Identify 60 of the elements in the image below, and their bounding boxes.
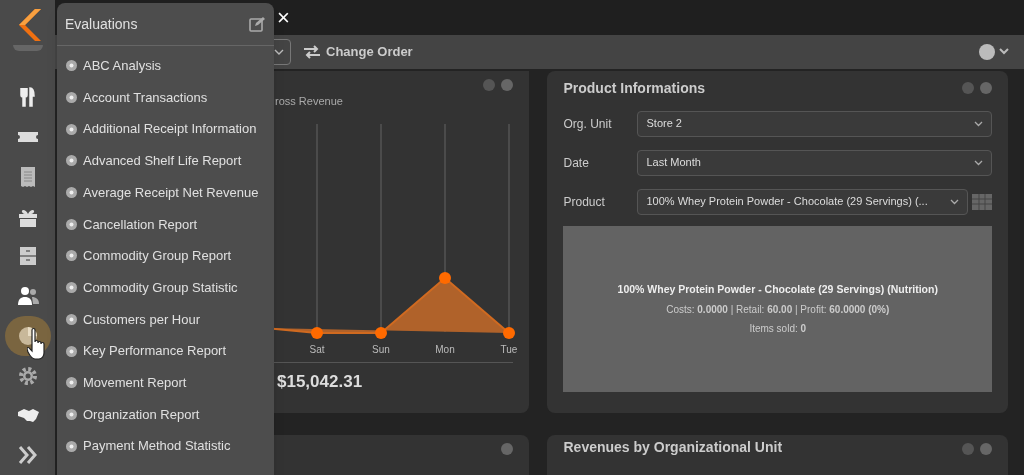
chart-title: ross Revenue [275,94,343,109]
select-field[interactable]: Store 2 [637,110,992,137]
edit-icon[interactable] [249,16,266,32]
chevron-down-icon [974,159,983,166]
bullet-icon [66,313,77,325]
bullet-icon [66,155,77,167]
bullet-icon [66,187,77,199]
menu-item[interactable]: Account Transactions [57,81,274,114]
bullet-icon [66,377,77,389]
menu-item[interactable]: Cancellation Report [57,208,274,241]
bullet-icon [66,408,77,420]
chart-point [503,326,515,339]
chart-point [375,326,387,339]
swap-arrows-icon [303,45,321,60]
axis-label: Sun [372,342,390,357]
axis-label: Mon [435,342,455,357]
menu-item[interactable]: Average Receipt Net Revenue [57,176,274,209]
chart-point [311,326,323,339]
menu-item[interactable]: Advanced Shelf Life Report [57,145,274,177]
field-label: Date [563,154,590,172]
select-field[interactable]: Last Month [637,149,992,176]
field-label: Product [563,193,606,211]
menu-item[interactable]: Additional Receipt Information [57,113,274,146]
users-icon [16,285,39,308]
product-name: 100% Whey Protein Powder - Chocolate (29 Servings) (Nutrition) [617,282,938,298]
card-title: Revenues by Organizational Unit [563,438,783,457]
menu-item[interactable]: Movement Report [57,366,274,399]
menu-title: Evaluations [65,14,138,34]
bullet-icon [66,60,77,72]
price-summary: Costs: 0.0000 | Retail: 60.00 | Profit: 60.0000 (0%) [666,302,890,317]
axis-label: Sat [309,342,325,357]
menu-item[interactable]: Payment Method Statistic [57,430,274,462]
menu-item[interactable]: Key Performance Report [57,335,274,367]
help-menu-button[interactable] [978,42,1010,63]
field-label: Org. Unit [563,115,613,133]
close-tab-button[interactable]: × [277,6,290,29]
bullet-icon [66,440,77,452]
bullet-icon [66,345,77,357]
select-field[interactable]: 100% Whey Protein Powder - Chocolate (29 Servings) (... [637,188,968,215]
menu-item[interactable]: ABC Analysis [57,50,274,82]
menu-item[interactable]: Commodity Group Statistic [57,271,274,304]
chart-point [439,271,451,284]
bullet-icon [66,218,77,230]
axis-label: Tue [500,342,518,357]
chevron-down-icon [950,198,959,205]
bullet-icon [66,92,77,104]
card-title: Product Informations [563,78,706,98]
double-chevron-icon [16,444,39,467]
menu-item[interactable]: Commodity Group Report [57,240,274,272]
bullet-icon [66,123,77,135]
menu-item[interactable]: Customers per Hour [57,303,274,336]
bullet-icon [66,250,77,262]
nav-item-edge [12,45,43,51]
bullet-icon [66,282,77,294]
total-revenue: $15,042.31 [277,370,363,393]
chevron-down-icon [974,120,983,127]
menu-item[interactable]: Organization Report [57,398,274,431]
settings-icon [16,364,39,387]
items-sold: Items sold: 0 [749,321,807,336]
change-order-button[interactable]: Change Order [303,42,413,62]
